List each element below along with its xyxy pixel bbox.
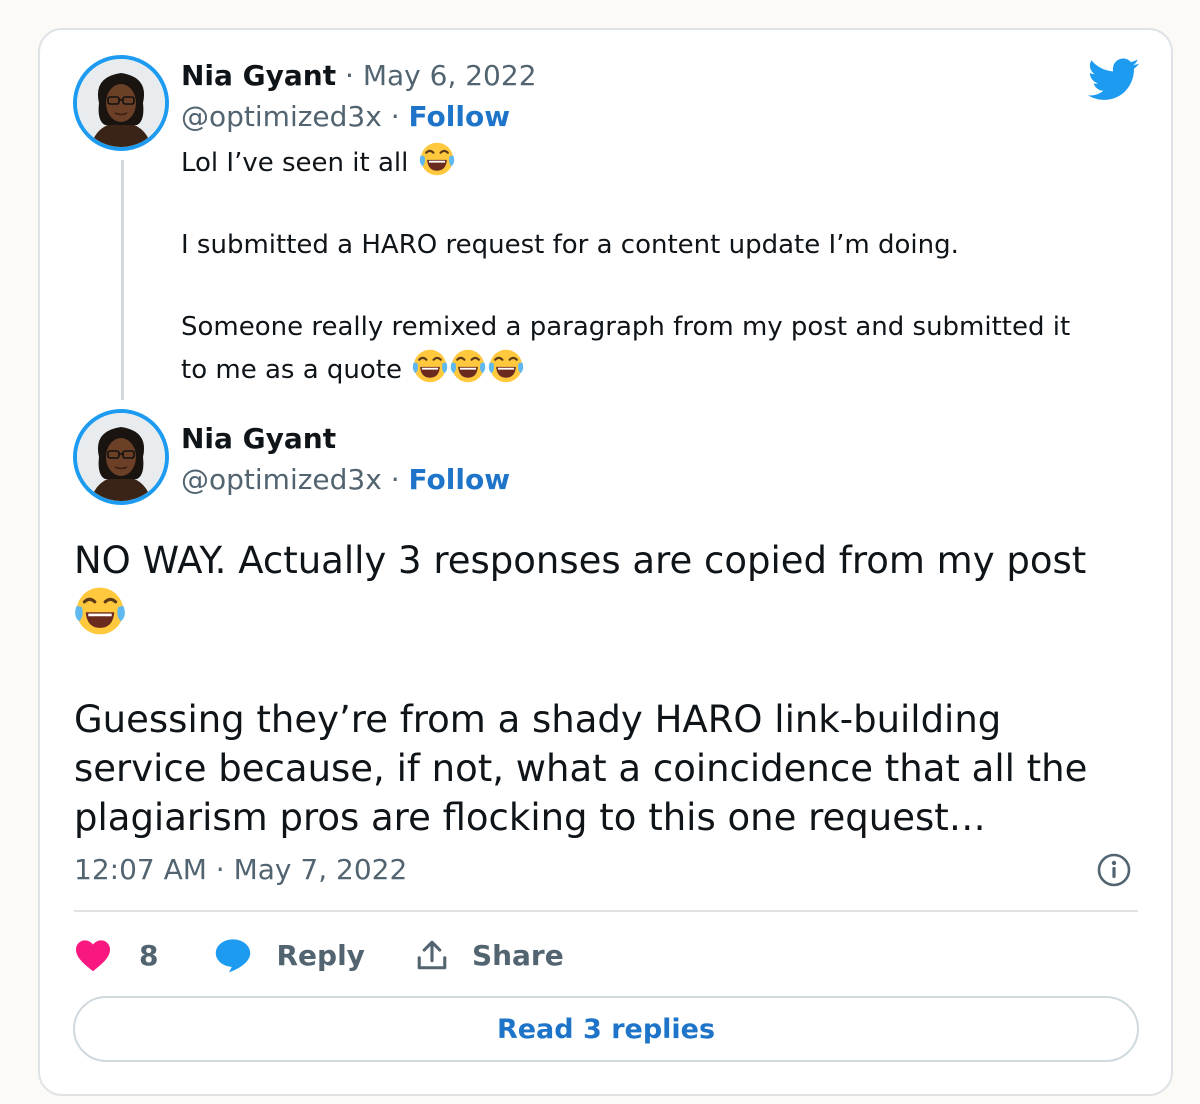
share-upload-icon bbox=[417, 940, 447, 970]
thread-connector-line bbox=[121, 160, 124, 400]
reply-label: Reply bbox=[276, 938, 365, 972]
tweet2-header: Nia Gyant bbox=[181, 422, 336, 456]
laughing-tears-emoji-icon bbox=[419, 141, 455, 177]
follow-link[interactable]: Follow bbox=[409, 100, 511, 133]
read-replies-button[interactable]: Read 3 replies bbox=[73, 996, 1139, 1062]
speech-bubble-icon bbox=[216, 939, 251, 973]
like-count: 8 bbox=[139, 938, 159, 972]
avatar[interactable] bbox=[73, 55, 169, 151]
share-label: Share bbox=[471, 938, 564, 972]
like-button[interactable]: 8 bbox=[74, 938, 158, 972]
tweet1-handle-row: @optimized3x · Follow bbox=[181, 100, 510, 134]
laughing-tears-emoji-icon bbox=[488, 348, 524, 384]
share-button[interactable]: Share bbox=[415, 938, 564, 972]
laughing-tears-emoji-icon bbox=[412, 348, 448, 384]
tweet-date[interactable]: May 6, 2022 bbox=[363, 59, 537, 92]
separator-dot: · bbox=[345, 59, 354, 92]
tweet2-body: NO WAY. Actually 3 responses are copied … bbox=[74, 536, 1134, 842]
separator-dot: · bbox=[390, 463, 400, 496]
divider bbox=[74, 910, 1138, 912]
twitter-bird-icon[interactable] bbox=[1088, 58, 1140, 102]
tweet-text-line: I submitted a HARO request for a content… bbox=[181, 230, 959, 260]
author-handle[interactable]: @optimized3x bbox=[181, 100, 382, 133]
tweet1-body: Lol I’ve seen it all I submitted a HARO … bbox=[181, 141, 1131, 391]
follow-link[interactable]: Follow bbox=[409, 463, 511, 496]
tweet-paragraph: Guessing they’re from a shady HARO link-… bbox=[74, 698, 1088, 839]
tweet2-handle-row: @optimized3x · Follow bbox=[181, 463, 510, 497]
reply-button[interactable]: Reply bbox=[214, 937, 365, 973]
tweet-text-line: Someone really remixed a paragraph from … bbox=[181, 312, 1071, 342]
tweet-timestamp[interactable]: 12:07 AM · May 7, 2022 bbox=[74, 852, 407, 888]
action-bar: 8 Reply Share bbox=[74, 932, 564, 978]
laughing-tears-emoji-icon bbox=[450, 348, 486, 384]
tweet-text-line: Lol I’ve seen it all bbox=[181, 148, 409, 178]
author-name[interactable]: Nia Gyant bbox=[181, 59, 336, 92]
tweet-text-line: to me as a quote bbox=[181, 355, 402, 385]
info-icon[interactable] bbox=[1096, 852, 1132, 888]
author-name[interactable]: Nia Gyant bbox=[181, 422, 336, 455]
heart-icon bbox=[76, 940, 110, 972]
separator-dot: · bbox=[390, 100, 400, 133]
avatar[interactable] bbox=[73, 409, 169, 505]
tweet1-header: Nia Gyant · May 6, 2022 bbox=[181, 59, 537, 93]
laughing-tears-emoji-icon bbox=[74, 585, 126, 637]
author-handle[interactable]: @optimized3x bbox=[181, 463, 382, 496]
tweet-paragraph: NO WAY. Actually 3 responses are copied … bbox=[74, 539, 1087, 582]
